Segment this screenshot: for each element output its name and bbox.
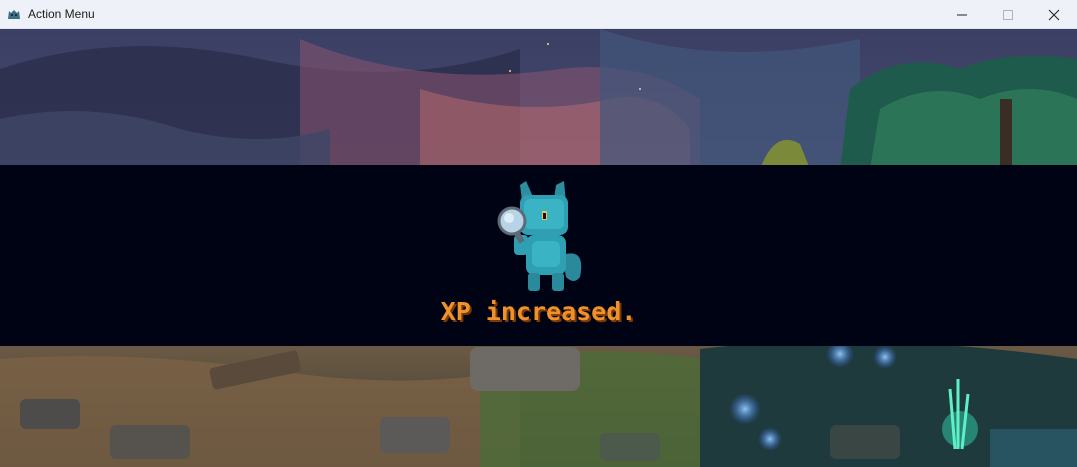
maximize-button[interactable] — [985, 0, 1031, 29]
blue-cat-creature-with-magnifying-glass — [497, 181, 582, 291]
close-button[interactable] — [1031, 0, 1077, 29]
title-bar[interactable]: Action Menu — [0, 0, 1077, 29]
window-controls — [939, 0, 1077, 29]
close-icon — [1048, 9, 1060, 20]
window-title: Action Menu — [28, 7, 95, 21]
creature-app-icon — [8, 10, 20, 19]
maximize-icon — [1003, 9, 1013, 20]
minimize-icon — [957, 14, 967, 15]
game-window: Action Menu XP increased. — [0, 0, 1077, 467]
xp-message: XP increased. — [440, 297, 637, 326]
minimize-button[interactable] — [939, 0, 985, 29]
